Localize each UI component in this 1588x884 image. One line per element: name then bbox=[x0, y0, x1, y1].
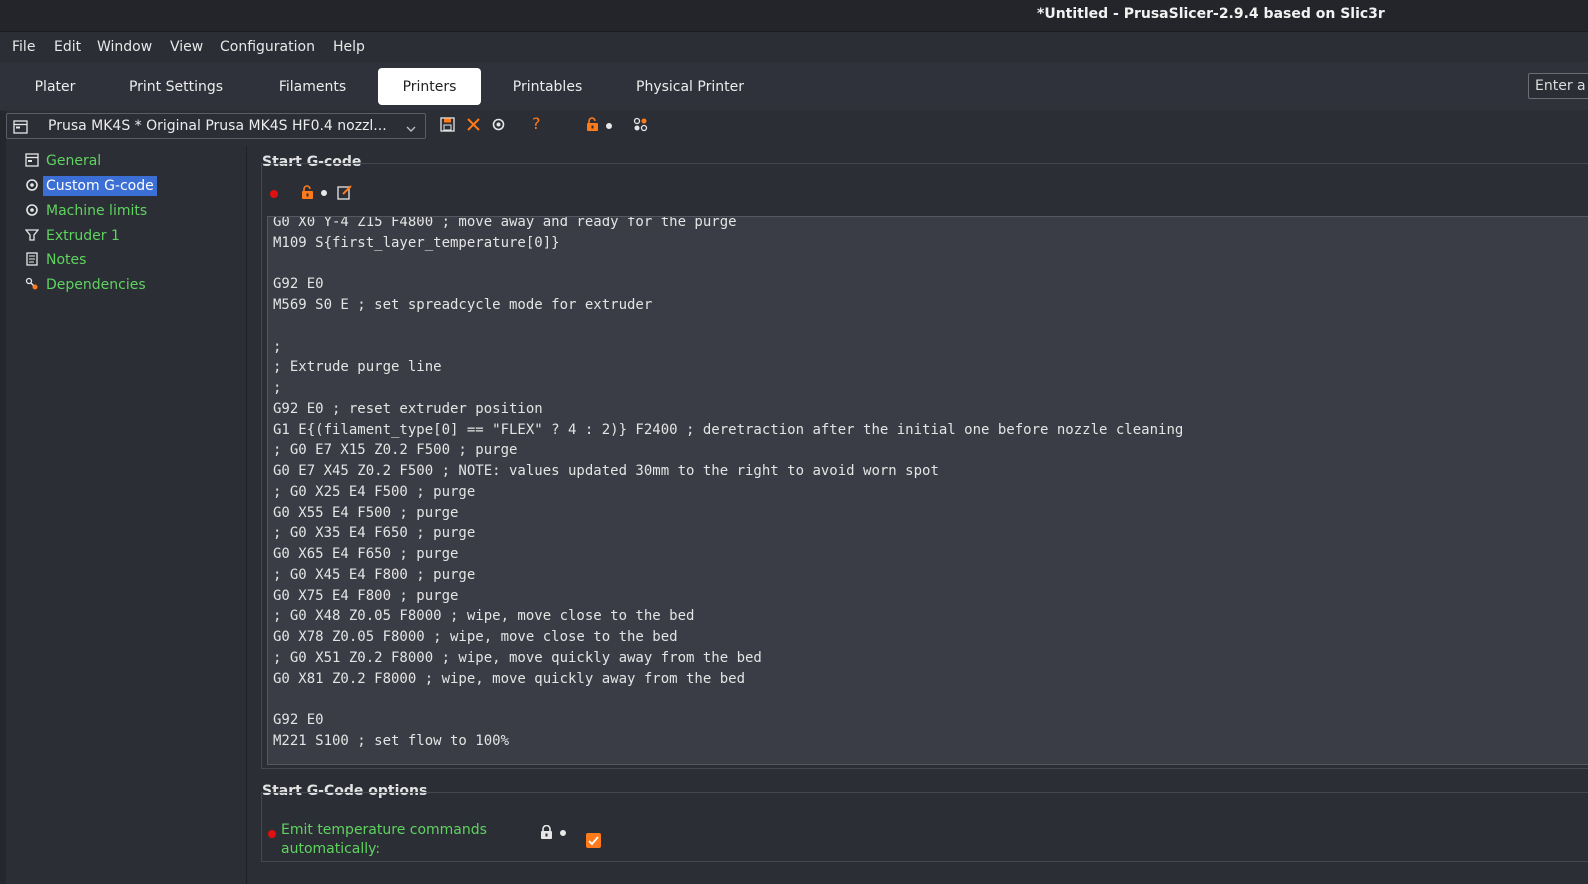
gcode-line: G0 X65 E4 F650 ; purge bbox=[273, 546, 459, 562]
menu-view[interactable]: View bbox=[170, 39, 203, 55]
title-bar: *Untitled - PrusaSlicer-2.9.4 based on S… bbox=[0, 0, 1588, 32]
check-icon bbox=[588, 836, 599, 846]
window-title: *Untitled - PrusaSlicer-2.9.4 based on S… bbox=[1037, 6, 1385, 22]
gcode-line: G0 X0 Y-4 Z15 F4800 ; move away and read… bbox=[273, 216, 737, 230]
gcode-line: ; G0 X45 E4 F800 ; purge bbox=[273, 566, 476, 583]
save-preset-icon[interactable] bbox=[440, 117, 455, 136]
menu-bar: File Edit Window View Configuration Help bbox=[0, 33, 1588, 61]
menu-edit[interactable]: Edit bbox=[54, 39, 81, 55]
compare-presets-icon[interactable] bbox=[491, 117, 506, 136]
system-value-dot bbox=[560, 830, 566, 836]
tree-item-general[interactable]: General bbox=[25, 149, 104, 173]
svg-text:?: ? bbox=[532, 115, 541, 132]
emit-temperature-label: Emit temperature commands automatically: bbox=[281, 822, 487, 857]
question-icon[interactable]: ? bbox=[531, 114, 543, 136]
tree-item-machine-limits[interactable]: Machine limits bbox=[25, 199, 150, 223]
gear-icon bbox=[25, 202, 39, 221]
gcode-line: M221 S100 ; set flow to 100% bbox=[273, 732, 510, 749]
gcode-line: ; Extrude purge line bbox=[273, 359, 442, 376]
edit-icon[interactable] bbox=[337, 184, 353, 204]
menu-configuration[interactable]: Configuration bbox=[220, 39, 315, 55]
gcode-line: G1 E{(filament_type[0] == "FLEX" ? 4 : 2… bbox=[273, 421, 1184, 438]
start-gcode-editor[interactable]: G0 X0 Y-4 Z15 F4800 ; move away and read… bbox=[267, 216, 1588, 765]
gcode-line: G92 E0 ; reset extruder position bbox=[273, 400, 543, 417]
gcode-line: G92 E0 bbox=[273, 276, 324, 293]
printer-preset-icon bbox=[13, 119, 28, 138]
wrench-icon bbox=[25, 276, 39, 295]
gcode-line: ; bbox=[273, 338, 282, 355]
tree-item-notes[interactable]: Notes bbox=[25, 248, 89, 272]
gcode-line: G0 X75 E4 F800 ; purge bbox=[273, 587, 459, 604]
settings-tree: General Custom G-code Machine limits Ext… bbox=[8, 146, 247, 884]
gcode-line: G0 X81 Z0.2 F8000 ; wipe, move quickly a… bbox=[273, 670, 746, 687]
menu-window[interactable]: Window bbox=[97, 39, 152, 55]
unlock-icon[interactable] bbox=[301, 185, 314, 204]
tab-printables[interactable]: Printables bbox=[500, 68, 595, 105]
gcode-line: ; G0 E7 X15 Z0.2 F500 ; purge bbox=[273, 442, 518, 459]
delete-preset-icon[interactable] bbox=[466, 117, 481, 136]
gcode-line: M569 S0 E ; set spreadcycle mode for ext… bbox=[273, 297, 653, 313]
general-icon bbox=[25, 152, 39, 171]
gcode-line: G0 X55 E4 F500 ; purge bbox=[273, 504, 459, 521]
emit-temperature-checkbox[interactable] bbox=[586, 833, 601, 848]
gcode-line: G0 E7 X45 Z0.2 F500 ; NOTE: values updat… bbox=[273, 463, 939, 479]
funnel-icon bbox=[24, 227, 40, 246]
gcode-line: ; G0 X48 Z0.05 F8000 ; wipe, move close … bbox=[273, 608, 695, 625]
unlock-icon[interactable] bbox=[586, 117, 599, 136]
menu-help[interactable]: Help bbox=[333, 39, 365, 55]
gcode-line: ; G0 X35 E4 F650 ; purge bbox=[273, 525, 476, 542]
chevron-down-icon bbox=[405, 120, 417, 139]
system-value-dot bbox=[321, 190, 327, 196]
gcode-line: ; bbox=[273, 380, 282, 396]
tree-item-custom-gcode[interactable]: Custom G-code bbox=[25, 174, 157, 198]
tab-print-settings[interactable]: Print Settings bbox=[115, 68, 237, 105]
tab-physical-printer[interactable]: Physical Printer bbox=[625, 68, 755, 105]
printer-preset-value: Prusa MK4S * Original Prusa MK4S HF0.4 n… bbox=[48, 118, 387, 134]
note-icon bbox=[25, 251, 39, 270]
modified-dot bbox=[270, 190, 278, 198]
mode-icon[interactable] bbox=[633, 117, 649, 136]
gcode-line: ; G0 X51 Z0.2 F8000 ; wipe, move quickly… bbox=[273, 649, 762, 666]
gear-icon bbox=[25, 177, 39, 196]
gcode-line: ; G0 X25 E4 F500 ; purge bbox=[273, 483, 476, 500]
printer-preset-select[interactable]: Prusa MK4S * Original Prusa MK4S HF0.4 n… bbox=[6, 113, 426, 139]
tab-bar: Plater Print Settings Filaments Printers… bbox=[0, 62, 1588, 110]
gcode-line: M109 S{first_layer_temperature[0]} bbox=[273, 234, 560, 251]
search-input[interactable]: Enter a bbox=[1528, 73, 1588, 99]
tree-item-extruder-1[interactable]: Extruder 1 bbox=[24, 224, 123, 248]
tab-plater[interactable]: Plater bbox=[20, 68, 90, 105]
modified-dot bbox=[268, 830, 276, 838]
left-edge bbox=[0, 111, 6, 884]
tree-item-dependencies[interactable]: Dependencies bbox=[25, 273, 149, 297]
lock-icon[interactable] bbox=[540, 824, 553, 844]
tab-filaments[interactable]: Filaments bbox=[265, 68, 360, 105]
tab-printers[interactable]: Printers bbox=[378, 68, 481, 105]
gcode-line: G0 X78 Z0.05 F8000 ; wipe, move close to… bbox=[273, 629, 678, 645]
menu-file[interactable]: File bbox=[12, 39, 35, 55]
system-value-dot bbox=[606, 123, 612, 129]
gcode-line: G92 E0 bbox=[273, 712, 324, 728]
preset-toolbar: Prusa MK4S * Original Prusa MK4S HF0.4 n… bbox=[0, 111, 1588, 141]
